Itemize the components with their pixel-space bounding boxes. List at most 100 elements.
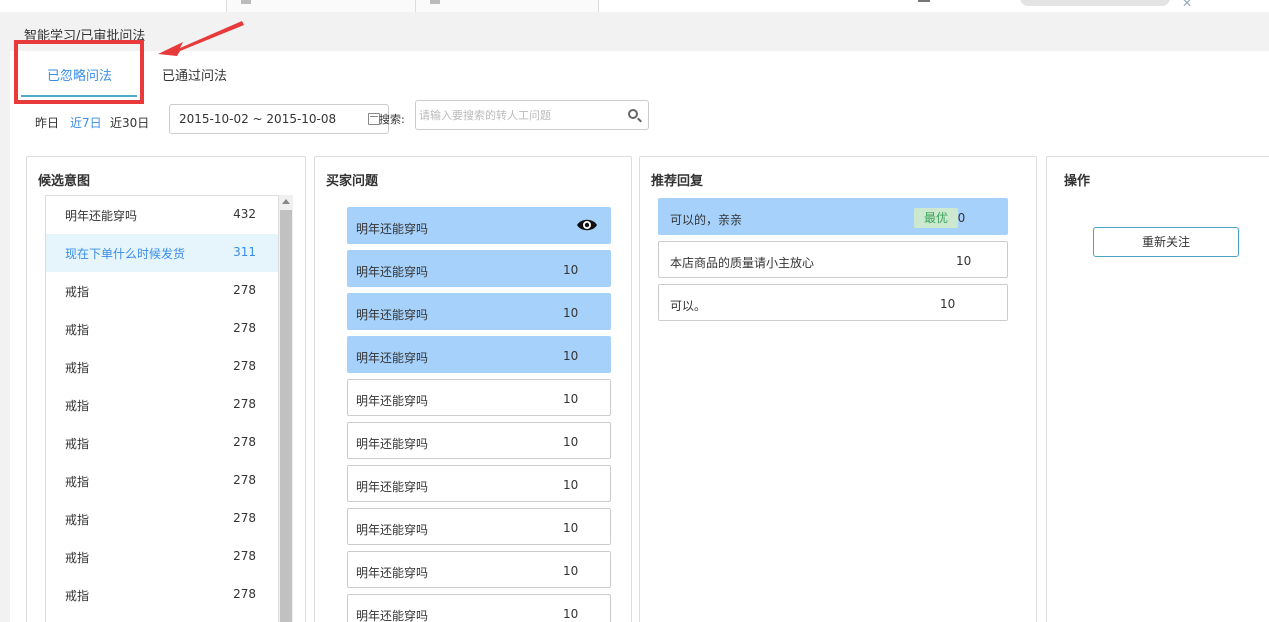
search-label: 搜索:: [379, 113, 405, 126]
tab-approved[interactable]: 已通过问法: [162, 65, 227, 84]
question-count: 10: [563, 263, 579, 277]
panel-title: 操作: [1064, 174, 1091, 189]
question-item[interactable]: 明年还能穿吗 10: [347, 508, 611, 545]
search-input[interactable]: [419, 105, 619, 125]
reply-count: 10: [940, 297, 956, 311]
question-count: 10: [563, 435, 579, 449]
candidate-count: 278: [233, 359, 256, 373]
question-item[interactable]: 明年还能穿吗 10: [347, 594, 611, 622]
candidate-item[interactable]: 戒指 278: [46, 500, 278, 538]
candidate-count: 278: [233, 511, 256, 525]
candidate-item[interactable]: 戒指 278: [46, 462, 278, 500]
question-text: 明年还能穿吗: [356, 265, 429, 279]
question-text: 明年还能穿吗: [356, 566, 429, 580]
panel-title: 推荐回复: [651, 174, 704, 189]
reply-text: 可以的，亲亲: [670, 213, 743, 227]
reply-item[interactable]: 本店商品的质量请小主放心 10: [658, 241, 1008, 278]
range-30-days[interactable]: 近30日: [110, 114, 149, 131]
candidate-text: 戒指: [65, 361, 90, 375]
candidate-item[interactable]: 戒指 278: [46, 272, 278, 310]
reply-item[interactable]: 可以。 10: [658, 284, 1008, 321]
top-search-pill[interactable]: [1020, 0, 1170, 6]
scroll-up-arrow-icon[interactable]: [282, 199, 290, 204]
eye-icon[interactable]: [576, 218, 598, 232]
candidate-item-selected[interactable]: 现在下单什么时候发货 311: [46, 234, 278, 272]
window-tab[interactable]: [415, 0, 599, 12]
candidate-text: 戒指: [65, 475, 90, 489]
question-item[interactable]: 明年还能穿吗 10: [347, 293, 611, 330]
recommended-replies-panel: 推荐回复 可以的，亲亲 10 最优 本店商品的质量请小主放心 10 可以。 10: [639, 156, 1037, 622]
question-count: 10: [563, 564, 579, 578]
candidate-count: 278: [233, 283, 256, 297]
candidate-item[interactable]: 戒指 278: [46, 386, 278, 424]
candidate-scrollbar[interactable]: [279, 195, 293, 622]
candidate-count: 311: [233, 245, 256, 259]
tab-icon: [241, 0, 251, 4]
candidate-item[interactable]: 戒指 278: [46, 576, 278, 614]
left-strip: [0, 12, 10, 622]
candidate-count: 278: [233, 397, 256, 411]
annotation-arrow: [158, 21, 244, 56]
question-item[interactable]: 明年还能穿吗 10: [347, 336, 611, 373]
range-7-days[interactable]: 近7日: [70, 114, 102, 131]
candidate-item[interactable]: 戒指 278: [46, 424, 278, 462]
candidate-list: 明年还能穿吗 432 现在下单什么时候发货 311 戒指 278 戒指 278 …: [45, 195, 279, 622]
candidate-item[interactable]: 戒指 278: [46, 538, 278, 576]
tab-icon: [430, 0, 440, 4]
candidate-text: 戒指: [65, 323, 90, 337]
browser-top-strip: ✕: [0, 0, 1269, 12]
candidate-text: 明年还能穿吗: [65, 209, 138, 223]
question-count: 10: [563, 521, 579, 535]
question-text: 明年还能穿吗: [356, 523, 429, 537]
panel-title: 买家问题: [326, 174, 379, 189]
close-icon[interactable]: ✕: [1182, 0, 1192, 10]
search-icon[interactable]: [628, 109, 638, 119]
candidate-count: 278: [233, 587, 256, 601]
candidate-text: 戒指: [65, 437, 90, 451]
question-count: 10: [563, 349, 579, 363]
scroll-thumb[interactable]: [280, 210, 292, 622]
menu-icon[interactable]: [918, 0, 930, 2]
reply-count: 10: [956, 254, 972, 268]
candidate-text: 戒指: [65, 551, 90, 565]
question-text: 明年还能穿吗: [356, 394, 429, 408]
question-count: 10: [563, 392, 579, 406]
question-text: 明年还能穿吗: [356, 308, 429, 322]
reply-item[interactable]: 可以的，亲亲 10 最优: [658, 198, 1008, 235]
actions-panel: 操作 重新关注: [1046, 156, 1269, 622]
candidate-count: 278: [233, 549, 256, 563]
reply-text: 本店商品的质量请小主放心: [670, 256, 815, 270]
candidate-text: 戒指: [65, 399, 90, 413]
candidate-count: 278: [233, 435, 256, 449]
candidate-text: 戒指: [65, 285, 90, 299]
question-count: 10: [563, 478, 579, 492]
question-item[interactable]: 明年还能穿吗 10: [347, 422, 611, 459]
candidate-count: 278: [233, 473, 256, 487]
date-range-picker[interactable]: 2015-10-02 ~ 2015-10-08: [169, 104, 389, 134]
candidate-intents-panel: 候选意图 明年还能穿吗 432 现在下单什么时候发货 311 戒指 278 戒指…: [26, 156, 306, 622]
question-text: 明年还能穿吗: [356, 480, 429, 494]
filter-bar: 昨日 近7日 近30日 2015-10-02 ~ 2015-10-08 搜索:: [35, 100, 735, 136]
candidate-count: 278: [233, 321, 256, 335]
candidate-item[interactable]: 戒指 278: [46, 310, 278, 348]
candidate-item[interactable]: 戒指 278: [46, 348, 278, 386]
window-tab[interactable]: [226, 0, 416, 12]
refocus-button[interactable]: 重新关注: [1093, 227, 1239, 257]
best-badge: 最优: [914, 208, 958, 228]
question-text: 明年还能穿吗: [356, 222, 429, 236]
question-count: 10: [563, 306, 579, 320]
question-text: 明年还能穿吗: [356, 437, 429, 451]
annotation-highlight-box: [14, 40, 144, 104]
candidate-text: 现在下单什么时候发货: [65, 247, 186, 261]
question-item[interactable]: 明年还能穿吗: [347, 207, 611, 244]
candidate-item[interactable]: 明年还能穿吗 432: [46, 196, 278, 234]
question-item[interactable]: 明年还能穿吗 10: [347, 551, 611, 588]
question-item[interactable]: 明年还能穿吗 10: [347, 250, 611, 287]
range-yesterday[interactable]: 昨日: [35, 114, 59, 131]
candidate-text: 戒指: [65, 589, 90, 603]
question-item[interactable]: 明年还能穿吗 10: [347, 465, 611, 502]
question-item[interactable]: 明年还能穿吗 10: [347, 379, 611, 416]
question-count: 10: [563, 607, 579, 621]
candidate-count: 432: [233, 207, 256, 221]
eye-pupil: [584, 222, 590, 228]
